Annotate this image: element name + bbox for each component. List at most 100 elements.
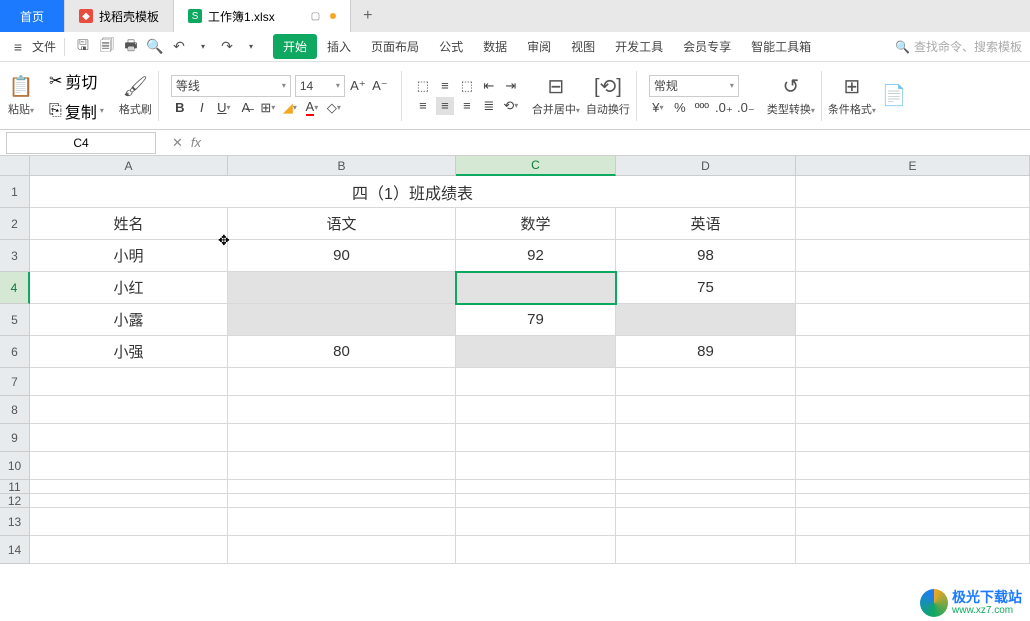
merge-button[interactable]: ⊟ 合并居中▾ bbox=[532, 74, 580, 117]
increase-decimal-button[interactable]: .0₊ bbox=[715, 99, 733, 117]
cell-B5[interactable] bbox=[228, 304, 456, 336]
cell-A4[interactable]: 小红 bbox=[30, 272, 228, 304]
cell-A9[interactable] bbox=[30, 424, 228, 452]
hamburger-icon[interactable]: ≡ bbox=[8, 37, 28, 57]
row-header-14[interactable]: 14 bbox=[0, 536, 30, 564]
indent-right-button[interactable]: ⇥ bbox=[502, 77, 520, 95]
align-middle-button[interactable]: ≡ bbox=[436, 77, 454, 95]
cell-D12[interactable] bbox=[616, 494, 796, 508]
clear-format-button[interactable]: ◇▾ bbox=[325, 99, 343, 117]
tab-menu-icon[interactable]: ▢ bbox=[311, 11, 320, 22]
cell-B2[interactable]: 语文 bbox=[228, 208, 456, 240]
cell-E12[interactable] bbox=[796, 494, 1030, 508]
cell-C5[interactable]: 79 bbox=[456, 304, 616, 336]
tab-add-button[interactable]: + bbox=[351, 0, 384, 32]
cell-D2[interactable]: 英语 bbox=[616, 208, 796, 240]
cell-D5[interactable] bbox=[616, 304, 796, 336]
more-button[interactable]: 📄 bbox=[882, 83, 907, 108]
cell-E14[interactable] bbox=[796, 536, 1030, 564]
col-header-C[interactable]: C bbox=[456, 156, 616, 176]
row-header-8[interactable]: 8 bbox=[0, 396, 30, 424]
font-color-button[interactable]: A▾ bbox=[303, 99, 321, 117]
currency-button[interactable]: ¥▾ bbox=[649, 99, 667, 117]
wrap-button[interactable]: [⟲] 自动换行 bbox=[586, 74, 630, 117]
cell-E13[interactable] bbox=[796, 508, 1030, 536]
row-header-2[interactable]: 2 bbox=[0, 208, 30, 240]
row-header-6[interactable]: 6 bbox=[0, 336, 30, 368]
save-icon[interactable]: 🖫 bbox=[73, 37, 93, 57]
cell-B10[interactable] bbox=[228, 452, 456, 480]
ribbon-tab-start[interactable]: 开始 bbox=[273, 34, 317, 59]
tab-home[interactable]: 首页 bbox=[0, 0, 65, 32]
ribbon-tab-insert[interactable]: 插入 bbox=[317, 34, 361, 59]
percent-button[interactable]: % bbox=[671, 99, 689, 117]
ribbon-tab-formula[interactable]: 公式 bbox=[429, 34, 473, 59]
cell-A11[interactable] bbox=[30, 480, 228, 494]
cell-C11[interactable] bbox=[456, 480, 616, 494]
type-convert-button[interactable]: ↺ 类型转换▾ bbox=[767, 74, 815, 117]
row-header-9[interactable]: 9 bbox=[0, 424, 30, 452]
row-header-10[interactable]: 10 bbox=[0, 452, 30, 480]
cell-title-merged[interactable]: 四（1）班成绩表 bbox=[30, 176, 796, 208]
cell-A6[interactable]: 小强 bbox=[30, 336, 228, 368]
cell-A7[interactable] bbox=[30, 368, 228, 396]
decrease-decimal-button[interactable]: .0₋ bbox=[737, 99, 755, 117]
orientation-button[interactable]: ⟲▾ bbox=[502, 97, 520, 115]
row-header-7[interactable]: 7 bbox=[0, 368, 30, 396]
cell-D3[interactable]: 98 bbox=[616, 240, 796, 272]
cell-C13[interactable] bbox=[456, 508, 616, 536]
formula-input[interactable] bbox=[211, 132, 1030, 154]
bold-button[interactable]: B bbox=[171, 99, 189, 117]
strikethrough-button[interactable]: A̶ bbox=[237, 99, 255, 117]
cell-B4[interactable] bbox=[228, 272, 456, 304]
align-left-button[interactable]: ≡ bbox=[414, 97, 432, 115]
cell-B6[interactable]: 80 bbox=[228, 336, 456, 368]
increase-font-button[interactable]: A⁺ bbox=[349, 77, 367, 95]
cell-C7[interactable] bbox=[456, 368, 616, 396]
cell-E1[interactable] bbox=[796, 176, 1030, 208]
cell-A14[interactable] bbox=[30, 536, 228, 564]
cell-A10[interactable] bbox=[30, 452, 228, 480]
cell-D8[interactable] bbox=[616, 396, 796, 424]
ribbon-tab-dev[interactable]: 开发工具 bbox=[605, 34, 673, 59]
tab-workbook[interactable]: S 工作簿1.xlsx ▢ bbox=[174, 0, 351, 32]
cell-D11[interactable] bbox=[616, 480, 796, 494]
align-top-button[interactable]: ⬚ bbox=[414, 77, 432, 95]
col-header-A[interactable]: A bbox=[30, 156, 228, 176]
cell-E5[interactable] bbox=[796, 304, 1030, 336]
format-painter-button[interactable]: 🖌 格式刷 bbox=[119, 74, 152, 117]
cancel-icon[interactable]: ✕ bbox=[172, 135, 183, 151]
print-preview-icon[interactable]: 🔍 bbox=[145, 37, 165, 57]
cell-B12[interactable] bbox=[228, 494, 456, 508]
underline-button[interactable]: U▾ bbox=[215, 99, 233, 117]
col-header-B[interactable]: B bbox=[228, 156, 456, 176]
cell-B8[interactable] bbox=[228, 396, 456, 424]
cell-D6[interactable]: 89 bbox=[616, 336, 796, 368]
row-header-13[interactable]: 13 bbox=[0, 508, 30, 536]
cell-A12[interactable] bbox=[30, 494, 228, 508]
ribbon-tab-smart[interactable]: 智能工具箱 bbox=[741, 34, 821, 59]
cell-A2[interactable]: 姓名 bbox=[30, 208, 228, 240]
row-header-1[interactable]: 1 bbox=[0, 176, 30, 208]
cell-E3[interactable] bbox=[796, 240, 1030, 272]
number-format-select[interactable]: 常规▾ bbox=[649, 75, 739, 97]
cell-D9[interactable] bbox=[616, 424, 796, 452]
redo-dropdown-icon[interactable]: ▾ bbox=[241, 37, 261, 57]
cut-button[interactable]: ✂剪切 bbox=[46, 67, 107, 95]
cell-B9[interactable] bbox=[228, 424, 456, 452]
tab-template[interactable]: ◆ 找稻壳模板 bbox=[65, 0, 174, 32]
copy-button[interactable]: ⎘复制▾ bbox=[46, 97, 107, 125]
cell-D10[interactable] bbox=[616, 452, 796, 480]
print-icon[interactable]: 🖶 bbox=[121, 37, 141, 57]
cell-E2[interactable] bbox=[796, 208, 1030, 240]
decrease-font-button[interactable]: A⁻ bbox=[371, 77, 389, 95]
cell-C9[interactable] bbox=[456, 424, 616, 452]
cell-E4[interactable] bbox=[796, 272, 1030, 304]
italic-button[interactable]: I bbox=[193, 99, 211, 117]
cell-D7[interactable] bbox=[616, 368, 796, 396]
ribbon-tab-review[interactable]: 审阅 bbox=[517, 34, 561, 59]
cond-format-button[interactable]: ⊞ 条件格式▾ bbox=[828, 74, 876, 117]
cell-A5[interactable]: 小露 bbox=[30, 304, 228, 336]
ribbon-tab-data[interactable]: 数据 bbox=[473, 34, 517, 59]
row-header-12[interactable]: 12 bbox=[0, 494, 30, 508]
